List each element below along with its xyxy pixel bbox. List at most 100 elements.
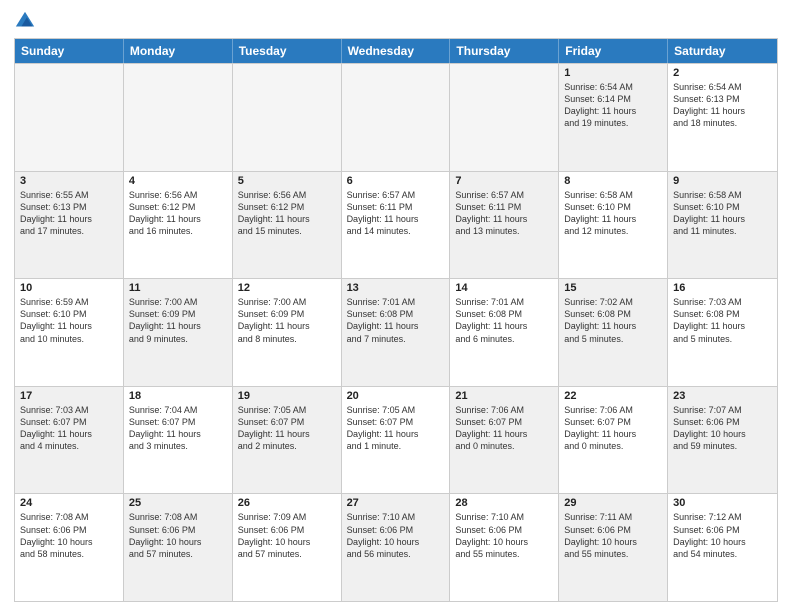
day-cell-13: 13 Sunrise: 7:01 AM Sunset: 6:08 PM Dayli…: [342, 279, 451, 386]
day-info: Sunrise: 6:58 AM Sunset: 6:10 PM Dayligh…: [564, 189, 662, 238]
day-cell-15: 15Sunrise: 7:02 AM Sunset: 6:08 PM Dayli…: [559, 279, 668, 386]
day-cell-1: 1Sunrise: 6:54 AM Sunset: 6:14 PM Daylig…: [559, 64, 668, 171]
day-cell-26: 26 Sunrise: 7:09 AM Sunset: 6:06 PM Dayli…: [233, 494, 342, 601]
day-info: Sunrise: 6:56 AM Sunset: 6:12 PM Dayligh…: [238, 189, 336, 238]
day-info: Sunrise: 7:03 AM Sunset: 6:07 PM Dayligh…: [20, 404, 118, 453]
day-number: 3: [20, 175, 118, 187]
day-number: 14: [455, 282, 553, 294]
day-cell-27: 27 Sunrise: 7:10 AM Sunset: 6:06 PM Dayli…: [342, 494, 451, 601]
day-number: 10: [20, 282, 118, 294]
day-info: Sunrise: 7:09 AM Sunset: 6:06 PM Dayligh…: [238, 511, 336, 560]
day-number: 6: [347, 175, 445, 187]
empty-cell: [233, 64, 342, 171]
empty-cell: [450, 64, 559, 171]
calendar-row-3: 17 Sunrise: 7:03 AM Sunset: 6:07 PM Dayli…: [15, 386, 777, 494]
day-of-week-friday: Friday: [559, 39, 668, 63]
day-number: 17: [20, 390, 118, 402]
day-info: Sunrise: 7:01 AM Sunset: 6:08 PM Dayligh…: [347, 296, 445, 345]
day-number: 16: [673, 282, 772, 294]
day-cell-29: 29Sunrise: 7:11 AM Sunset: 6:06 PM Dayli…: [559, 494, 668, 601]
day-info: Sunrise: 7:10 AM Sunset: 6:06 PM Dayligh…: [455, 511, 553, 560]
day-info: Sunrise: 6:59 AM Sunset: 6:10 PM Dayligh…: [20, 296, 118, 345]
day-info: Sunrise: 7:08 AM Sunset: 6:06 PM Dayligh…: [20, 511, 118, 560]
day-number: 22: [564, 390, 662, 402]
day-number: 19: [238, 390, 336, 402]
day-number: 12: [238, 282, 336, 294]
day-number: 7: [455, 175, 553, 187]
calendar-row-1: 3 Sunrise: 6:55 AM Sunset: 6:13 PM Daylig…: [15, 171, 777, 279]
day-cell-25: 25Sunrise: 7:08 AM Sunset: 6:06 PM Dayli…: [124, 494, 233, 601]
day-info: Sunrise: 7:11 AM Sunset: 6:06 PM Dayligh…: [564, 511, 662, 560]
day-info: Sunrise: 7:06 AM Sunset: 6:07 PM Dayligh…: [455, 404, 553, 453]
logo: [14, 10, 38, 32]
day-info: Sunrise: 7:01 AM Sunset: 6:08 PM Dayligh…: [455, 296, 553, 345]
day-info: Sunrise: 7:00 AM Sunset: 6:09 PM Dayligh…: [129, 296, 227, 345]
day-cell-10: 10 Sunrise: 6:59 AM Sunset: 6:10 PM Dayli…: [15, 279, 124, 386]
day-number: 20: [347, 390, 445, 402]
day-of-week-monday: Monday: [124, 39, 233, 63]
day-info: Sunrise: 7:03 AM Sunset: 6:08 PM Dayligh…: [673, 296, 772, 345]
day-cell-23: 23 Sunrise: 7:07 AM Sunset: 6:06 PM Dayli…: [668, 387, 777, 494]
day-info: Sunrise: 7:00 AM Sunset: 6:09 PM Dayligh…: [238, 296, 336, 345]
day-number: 1: [564, 67, 662, 79]
day-of-week-sunday: Sunday: [15, 39, 124, 63]
day-cell-14: 14 Sunrise: 7:01 AM Sunset: 6:08 PM Dayli…: [450, 279, 559, 386]
day-number: 30: [673, 497, 772, 509]
day-number: 21: [455, 390, 553, 402]
day-cell-12: 12 Sunrise: 7:00 AM Sunset: 6:09 PM Dayli…: [233, 279, 342, 386]
calendar-body: 1Sunrise: 6:54 AM Sunset: 6:14 PM Daylig…: [15, 63, 777, 601]
calendar-row-0: 1Sunrise: 6:54 AM Sunset: 6:14 PM Daylig…: [15, 63, 777, 171]
day-number: 27: [347, 497, 445, 509]
day-cell-20: 20 Sunrise: 7:05 AM Sunset: 6:07 PM Dayli…: [342, 387, 451, 494]
day-of-week-saturday: Saturday: [668, 39, 777, 63]
day-cell-2: 2Sunrise: 6:54 AM Sunset: 6:13 PM Daylig…: [668, 64, 777, 171]
day-of-week-tuesday: Tuesday: [233, 39, 342, 63]
day-cell-11: 11 Sunrise: 7:00 AM Sunset: 6:09 PM Dayli…: [124, 279, 233, 386]
day-info: Sunrise: 6:57 AM Sunset: 6:11 PM Dayligh…: [347, 189, 445, 238]
day-of-week-thursday: Thursday: [450, 39, 559, 63]
empty-cell: [15, 64, 124, 171]
header: [14, 10, 778, 32]
day-number: 9: [673, 175, 772, 187]
day-cell-22: 22 Sunrise: 7:06 AM Sunset: 6:07 PM Dayli…: [559, 387, 668, 494]
day-cell-18: 18 Sunrise: 7:04 AM Sunset: 6:07 PM Dayli…: [124, 387, 233, 494]
day-info: Sunrise: 7:07 AM Sunset: 6:06 PM Dayligh…: [673, 404, 772, 453]
day-info: Sunrise: 7:10 AM Sunset: 6:06 PM Dayligh…: [347, 511, 445, 560]
day-number: 18: [129, 390, 227, 402]
empty-cell: [124, 64, 233, 171]
day-info: Sunrise: 7:12 AM Sunset: 6:06 PM Dayligh…: [673, 511, 772, 560]
calendar-row-2: 10 Sunrise: 6:59 AM Sunset: 6:10 PM Dayli…: [15, 278, 777, 386]
day-number: 28: [455, 497, 553, 509]
empty-cell: [342, 64, 451, 171]
day-of-week-wednesday: Wednesday: [342, 39, 451, 63]
day-number: 11: [129, 282, 227, 294]
day-cell-17: 17 Sunrise: 7:03 AM Sunset: 6:07 PM Dayli…: [15, 387, 124, 494]
day-cell-4: 4Sunrise: 6:56 AM Sunset: 6:12 PM Daylig…: [124, 172, 233, 279]
day-cell-7: 7 Sunrise: 6:57 AM Sunset: 6:11 PM Daylig…: [450, 172, 559, 279]
day-cell-24: 24 Sunrise: 7:08 AM Sunset: 6:06 PM Dayli…: [15, 494, 124, 601]
day-cell-5: 5Sunrise: 6:56 AM Sunset: 6:12 PM Daylig…: [233, 172, 342, 279]
day-number: 23: [673, 390, 772, 402]
day-cell-30: 30 Sunrise: 7:12 AM Sunset: 6:06 PM Dayli…: [668, 494, 777, 601]
calendar-row-4: 24 Sunrise: 7:08 AM Sunset: 6:06 PM Dayli…: [15, 493, 777, 601]
logo-icon: [14, 10, 36, 32]
day-info: Sunrise: 6:57 AM Sunset: 6:11 PM Dayligh…: [455, 189, 553, 238]
day-info: Sunrise: 7:05 AM Sunset: 6:07 PM Dayligh…: [347, 404, 445, 453]
day-number: 24: [20, 497, 118, 509]
day-number: 8: [564, 175, 662, 187]
day-number: 15: [564, 282, 662, 294]
day-info: Sunrise: 7:06 AM Sunset: 6:07 PM Dayligh…: [564, 404, 662, 453]
day-info: Sunrise: 7:05 AM Sunset: 6:07 PM Dayligh…: [238, 404, 336, 453]
day-cell-19: 19 Sunrise: 7:05 AM Sunset: 6:07 PM Dayli…: [233, 387, 342, 494]
day-info: Sunrise: 7:04 AM Sunset: 6:07 PM Dayligh…: [129, 404, 227, 453]
day-cell-3: 3 Sunrise: 6:55 AM Sunset: 6:13 PM Daylig…: [15, 172, 124, 279]
day-info: Sunrise: 7:08 AM Sunset: 6:06 PM Dayligh…: [129, 511, 227, 560]
day-cell-9: 9Sunrise: 6:58 AM Sunset: 6:10 PM Daylig…: [668, 172, 777, 279]
day-number: 26: [238, 497, 336, 509]
day-number: 13: [347, 282, 445, 294]
day-cell-8: 8 Sunrise: 6:58 AM Sunset: 6:10 PM Daylig…: [559, 172, 668, 279]
day-info: Sunrise: 6:55 AM Sunset: 6:13 PM Dayligh…: [20, 189, 118, 238]
day-number: 4: [129, 175, 227, 187]
day-info: Sunrise: 6:54 AM Sunset: 6:13 PM Dayligh…: [673, 81, 772, 130]
day-cell-28: 28 Sunrise: 7:10 AM Sunset: 6:06 PM Dayli…: [450, 494, 559, 601]
